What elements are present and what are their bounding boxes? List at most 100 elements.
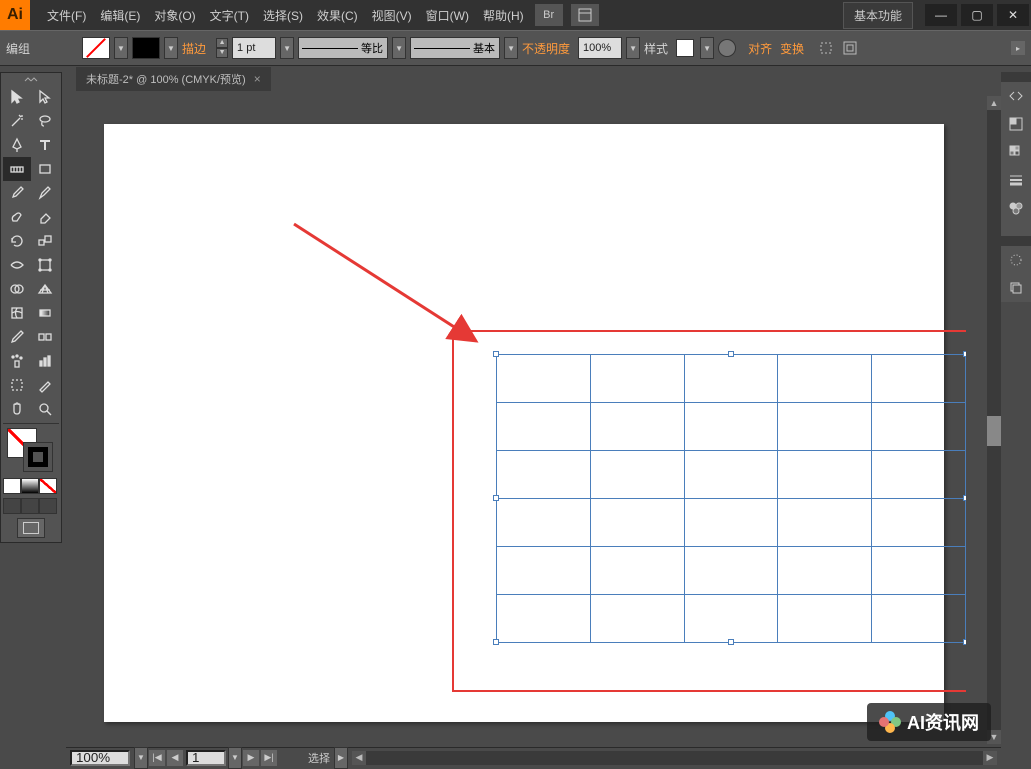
color-panel-icon[interactable] [1001, 110, 1031, 138]
zoom-field[interactable] [70, 750, 130, 766]
menu-file[interactable]: 文件(F) [40, 7, 93, 24]
rectangular-grid-object[interactable] [496, 354, 966, 643]
brush-profile[interactable]: 基本 [410, 37, 500, 59]
line-segment-tool[interactable] [3, 157, 31, 181]
scale-tool[interactable] [31, 229, 59, 253]
vertical-scrollbar[interactable]: ▲ ▼ [987, 96, 1001, 744]
selection-handle[interactable] [963, 495, 966, 501]
arrange-docs-button[interactable] [571, 4, 599, 26]
canvas-viewport[interactable] [76, 96, 966, 744]
menu-help[interactable]: 帮助(H) [476, 7, 531, 24]
selection-handle[interactable] [493, 351, 499, 357]
selection-handle[interactable] [963, 639, 966, 645]
first-artboard-button[interactable]: |◀ [149, 750, 165, 766]
bridge-button[interactable]: Br [535, 4, 563, 26]
fill-swatch[interactable] [82, 37, 110, 59]
artboard-dropdown[interactable]: ▼ [228, 747, 242, 769]
selection-handle[interactable] [493, 495, 499, 501]
transform-label[interactable]: 变换 [780, 40, 804, 57]
layers-panel-icon[interactable] [1001, 274, 1031, 302]
stroke-swatch[interactable] [132, 37, 160, 59]
toolpanel-collapse[interactable] [3, 77, 59, 85]
stroke-label[interactable]: 描边 [182, 40, 206, 57]
stroke-weight-field[interactable] [232, 37, 276, 59]
close-button[interactable]: ✕ [997, 4, 1029, 26]
perspective-grid-tool[interactable] [31, 277, 59, 301]
symbol-sprayer-tool[interactable] [3, 349, 31, 373]
document-tab[interactable]: 未标题-2* @ 100% (CMYK/预览) × [76, 67, 271, 91]
maximize-button[interactable]: ▢ [961, 4, 993, 26]
horizontal-scrollbar[interactable]: ◀ ▶ [352, 751, 997, 765]
style-swatch[interactable] [676, 39, 694, 57]
options-overflow[interactable]: ▸ [1011, 41, 1025, 55]
eraser-tool[interactable] [31, 205, 59, 229]
paintbrush-tool[interactable] [3, 181, 31, 205]
menu-view[interactable]: 视图(V) [365, 7, 419, 24]
selection-handle[interactable] [493, 639, 499, 645]
menu-edit[interactable]: 编辑(E) [93, 7, 147, 24]
rail-drag-handle[interactable] [1001, 72, 1031, 82]
draw-normal[interactable] [3, 498, 21, 514]
menu-window[interactable]: 窗口(W) [419, 7, 476, 24]
free-transform-tool[interactable] [31, 253, 59, 277]
zoom-dropdown[interactable]: ▼ [134, 747, 148, 769]
opacity-field[interactable] [578, 37, 622, 59]
direct-selection-tool[interactable] [31, 85, 59, 109]
type-tool[interactable] [31, 133, 59, 157]
recolor-artwork-icon[interactable] [718, 39, 736, 57]
gradient-tool[interactable] [31, 301, 59, 325]
eyedropper-tool[interactable] [3, 325, 31, 349]
next-artboard-button[interactable]: ▶ [243, 750, 259, 766]
style-dropdown[interactable]: ▼ [700, 37, 714, 59]
blend-tool[interactable] [31, 325, 59, 349]
align-label[interactable]: 对齐 [748, 40, 772, 57]
screen-mode-button[interactable] [17, 518, 45, 538]
rail-expand-icon[interactable] [1001, 82, 1031, 110]
opacity-dropdown[interactable]: ▼ [626, 37, 640, 59]
column-graph-tool[interactable] [31, 349, 59, 373]
stroke-weight-up[interactable]: ▲ [216, 38, 228, 48]
shape-builder-tool[interactable] [3, 277, 31, 301]
magic-wand-tool[interactable] [3, 109, 31, 133]
selection-handle[interactable] [963, 351, 966, 357]
rail-drag-handle-2[interactable] [1001, 236, 1031, 246]
draw-behind[interactable] [21, 498, 39, 514]
vscroll-thumb[interactable] [987, 416, 1001, 446]
isolate-icon[interactable] [818, 40, 834, 56]
artboard-number-field[interactable] [186, 750, 226, 766]
menu-type[interactable]: 文字(T) [203, 7, 256, 24]
slice-tool[interactable] [31, 373, 59, 397]
swatches-panel-icon[interactable] [1001, 138, 1031, 166]
selection-handle[interactable] [728, 351, 734, 357]
prev-artboard-button[interactable]: ◀ [167, 750, 183, 766]
stroke-box[interactable] [23, 442, 53, 472]
fill-dropdown[interactable]: ▼ [114, 37, 128, 59]
pencil-tool[interactable] [31, 181, 59, 205]
scroll-up-button[interactable]: ▲ [987, 96, 1001, 110]
symbols-panel-icon[interactable] [1001, 194, 1031, 222]
artboard-tool[interactable] [3, 373, 31, 397]
scroll-left-button[interactable]: ◀ [352, 751, 366, 765]
width-profile[interactable]: 等比 [298, 37, 388, 59]
lasso-tool[interactable] [31, 109, 59, 133]
selection-tool[interactable] [3, 85, 31, 109]
fill-stroke-control[interactable] [3, 428, 59, 476]
menu-object[interactable]: 对象(O) [147, 7, 202, 24]
stroke-weight-dropdown[interactable]: ▼ [280, 37, 294, 59]
zoom-tool[interactable] [31, 397, 59, 421]
stroke-dropdown[interactable]: ▼ [164, 37, 178, 59]
clip-mask-icon[interactable] [842, 40, 858, 56]
color-mode-color[interactable] [3, 478, 21, 494]
scroll-right-button[interactable]: ▶ [983, 751, 997, 765]
opacity-label[interactable]: 不透明度 [522, 40, 570, 57]
menu-effect[interactable]: 效果(C) [310, 7, 365, 24]
mesh-tool[interactable] [3, 301, 31, 325]
brush-profile-dropdown[interactable]: ▼ [504, 37, 518, 59]
minimize-button[interactable]: — [925, 4, 957, 26]
document-tab-close[interactable]: × [254, 72, 261, 86]
color-mode-gradient[interactable] [21, 478, 39, 494]
color-mode-none[interactable] [39, 478, 57, 494]
menu-select[interactable]: 选择(S) [256, 7, 310, 24]
blob-brush-tool[interactable] [3, 205, 31, 229]
stroke-weight-down[interactable]: ▼ [216, 48, 228, 58]
